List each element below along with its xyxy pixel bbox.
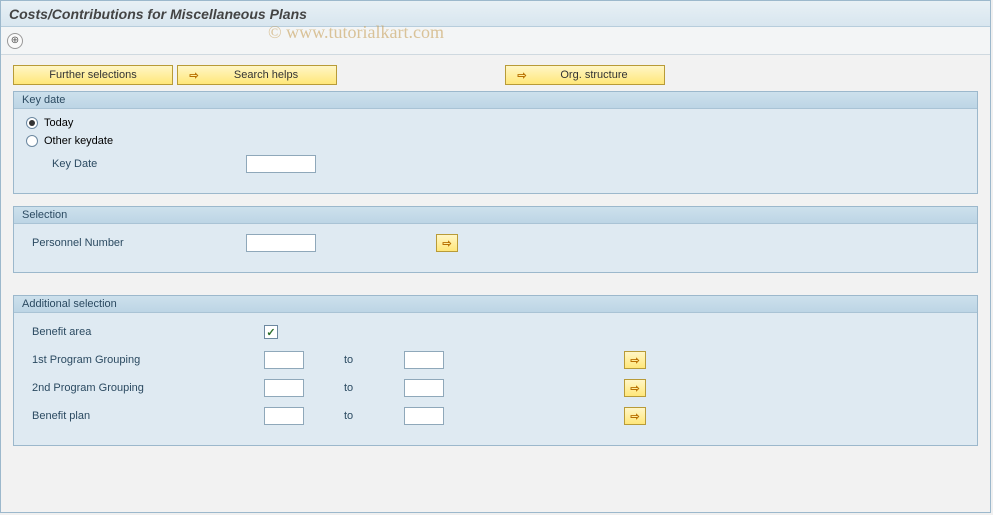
pernr-multiselect-button[interactable]: ⇨ <box>436 234 458 252</box>
pg1-to-label: to <box>304 354 404 366</box>
benefit-plan-to-input[interactable] <box>404 407 444 425</box>
benefit-plan-label: Benefit plan <box>26 410 246 422</box>
pg2-to-input[interactable] <box>404 379 444 397</box>
pernr-input[interactable] <box>246 234 316 252</box>
pg1-to-input[interactable] <box>404 351 444 369</box>
radio-other-keydate-label: Other keydate <box>44 135 113 147</box>
group-selection: Selection Personnel Number ⇨ <box>13 206 978 273</box>
benefit-plan-from-input[interactable] <box>264 407 304 425</box>
group-keydate: Key date Today Other keydate Key Date <box>13 91 978 194</box>
keydate-input[interactable] <box>246 155 316 173</box>
group-selection-title: Selection <box>14 207 977 224</box>
group-additional: Additional selection Benefit area ✓ 1st … <box>13 295 978 446</box>
pg1-from-input[interactable] <box>264 351 304 369</box>
pg2-multiselect-button[interactable]: ⇨ <box>624 379 646 397</box>
pg2-label: 2nd Program Grouping <box>26 382 246 394</box>
radio-today-label: Today <box>44 117 73 129</box>
screen-title: Costs/Contributions for Miscellaneous Pl… <box>9 6 307 22</box>
benefit-area-label: Benefit area <box>26 326 246 338</box>
titlebar: Costs/Contributions for Miscellaneous Pl… <box>1 1 990 27</box>
app-toolbar: ⊕ <box>1 27 990 55</box>
further-selections-button[interactable]: Further selections <box>13 65 173 85</box>
org-structure-button[interactable]: ⇨ Org. structure <box>505 65 665 85</box>
pg2-from-input[interactable] <box>264 379 304 397</box>
radio-other-keydate[interactable] <box>26 135 38 147</box>
spacer <box>341 65 501 85</box>
group-additional-title: Additional selection <box>14 296 977 313</box>
keydate-label: Key Date <box>26 158 246 170</box>
further-selections-label: Further selections <box>49 69 136 81</box>
search-helps-button[interactable]: ⇨ Search helps <box>177 65 337 85</box>
radio-today[interactable] <box>26 117 38 129</box>
pg2-to-label: to <box>304 382 404 394</box>
pernr-label: Personnel Number <box>26 237 246 249</box>
sap-screen: Costs/Contributions for Miscellaneous Pl… <box>0 0 991 513</box>
selection-button-row: Further selections ⇨ Search helps ⇨ Org.… <box>13 65 978 85</box>
arrow-right-icon: ⇨ <box>188 69 200 82</box>
spacer <box>13 285 978 295</box>
content-area: Further selections ⇨ Search helps ⇨ Org.… <box>1 55 990 468</box>
group-keydate-title: Key date <box>14 92 977 109</box>
benefit-plan-to-label: to <box>304 410 404 422</box>
org-structure-label: Org. structure <box>534 69 654 81</box>
benefit-plan-multiselect-button[interactable]: ⇨ <box>624 407 646 425</box>
search-helps-label: Search helps <box>206 69 326 81</box>
pg1-multiselect-button[interactable]: ⇨ <box>624 351 646 369</box>
execute-icon[interactable]: ⊕ <box>7 33 23 49</box>
benefit-area-checkbox[interactable]: ✓ <box>264 325 278 339</box>
arrow-right-icon: ⇨ <box>516 69 528 82</box>
pg1-label: 1st Program Grouping <box>26 354 246 366</box>
